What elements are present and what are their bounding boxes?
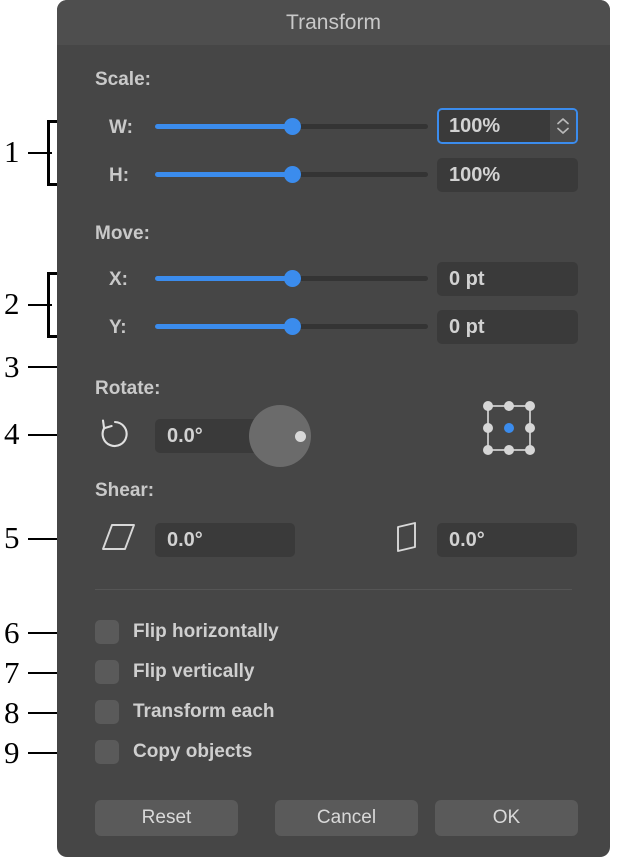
callout-number-2: 2 [4,286,20,321]
callout-leader-4 [28,434,57,436]
move-x-slider[interactable] [155,269,428,289]
transform-each-row[interactable]: Transform each [95,699,275,725]
move-y-input-value: 0 pt [449,315,485,338]
copy-objects-label: Copy objects [133,741,253,762]
callout-leader-9 [28,752,57,754]
callout-bracket-2 [47,272,57,338]
anchor-point-middle-left[interactable] [483,423,493,433]
reset-button-label: Reset [141,807,192,828]
flip-vertically-row[interactable]: Flip vertically [95,659,254,685]
ok-button-label: OK [492,807,521,828]
move-group-label: Move: [95,223,150,244]
anchor-point-center[interactable] [504,423,514,433]
callout-leader-7 [28,672,57,674]
cancel-button-label: Cancel [316,807,377,828]
chevron-up-icon[interactable] [556,117,570,126]
width-row-label: W: [109,117,133,138]
move-y-slider-fill [155,324,292,329]
anchor-point-bottom-center[interactable] [504,445,514,455]
callout-bracket-1 [47,120,57,186]
callout-number-8: 8 [4,695,20,730]
shear-horizontal-input[interactable]: 0.0° [155,523,295,557]
flip-vertically-label: Flip vertically [133,661,255,682]
callout-number-7: 7 [4,655,20,690]
anchor-point-top-right[interactable] [525,401,535,411]
dialog-title: Transform [286,10,381,34]
flip-horizontally-label: Flip horizontally [133,621,279,642]
cancel-button[interactable]: Cancel [275,800,418,836]
rotate-counterclockwise-icon[interactable] [97,416,133,452]
shear-horizontal-value: 0.0° [167,528,203,551]
anchor-point-bottom-left[interactable] [483,445,493,455]
height-slider[interactable] [155,165,428,185]
width-input-value: 100% [449,114,501,137]
width-slider[interactable] [155,117,428,137]
ok-button[interactable]: OK [435,800,578,836]
callout-leader-5 [28,538,57,540]
copy-objects-checkbox[interactable] [95,740,119,764]
section-divider [95,589,572,590]
width-slider-thumb[interactable] [283,118,301,135]
width-slider-fill [155,124,292,129]
scale-group-label: Scale: [95,69,151,90]
move-x-row-label: X: [109,269,128,290]
rotate-group-label: Rotate: [95,378,161,399]
rotate-dial[interactable] [249,405,311,467]
transform-dialog: Transform Scale: W: 100% H: 100% Move: X… [57,0,610,857]
anchor-point-bottom-right[interactable] [525,445,535,455]
callout-number-1: 1 [4,134,20,169]
callout-leader-6 [28,632,57,634]
dialog-titlebar: Transform [57,0,610,45]
callout-number-4: 4 [4,416,20,451]
reset-button[interactable]: Reset [95,800,238,836]
anchor-point-middle-right[interactable] [525,423,535,433]
shear-vertical-value: 0.0° [449,528,485,551]
shear-vertical-icon[interactable] [393,521,421,553]
flip-horizontally-checkbox[interactable] [95,620,119,644]
callout-number-6: 6 [4,615,20,650]
shear-vertical-input[interactable]: 0.0° [437,523,577,557]
height-input-value: 100% [449,163,501,186]
callout-number-5: 5 [4,520,20,555]
height-slider-thumb[interactable] [283,166,301,183]
flip-vertically-checkbox[interactable] [95,660,119,684]
rotate-dial-handle[interactable] [295,430,306,442]
move-x-input-value: 0 pt [449,267,485,290]
move-y-row-label: Y: [109,317,127,338]
dialog-body: Scale: W: 100% H: 100% Move: X: 0 pt Y: … [57,45,610,857]
move-x-slider-thumb[interactable] [283,270,301,287]
height-input[interactable]: 100% [437,158,578,192]
callout-leader-8 [28,712,57,714]
width-stepper[interactable] [550,110,576,142]
callout-number-3: 3 [4,349,20,384]
height-slider-fill [155,172,292,177]
flip-horizontally-row[interactable]: Flip horizontally [95,619,279,645]
height-row-label: H: [109,165,130,186]
rotate-angle-value: 0.0° [167,424,203,447]
width-input[interactable]: 100% [437,108,578,144]
move-x-slider-fill [155,276,292,281]
transform-each-checkbox[interactable] [95,700,119,724]
shear-group-label: Shear: [95,480,155,501]
copy-objects-row[interactable]: Copy objects [95,739,252,765]
move-y-input[interactable]: 0 pt [437,310,578,344]
move-x-input[interactable]: 0 pt [437,262,578,296]
reference-point-grid[interactable] [478,397,540,459]
transform-each-label: Transform each [133,701,275,722]
move-y-slider-thumb[interactable] [283,318,301,335]
move-y-slider[interactable] [155,317,428,337]
chevron-down-icon[interactable] [556,126,570,135]
shear-horizontal-icon[interactable] [101,521,137,553]
callout-number-9: 9 [4,735,20,770]
anchor-point-top-center[interactable] [504,401,514,411]
anchor-point-top-left[interactable] [483,401,493,411]
